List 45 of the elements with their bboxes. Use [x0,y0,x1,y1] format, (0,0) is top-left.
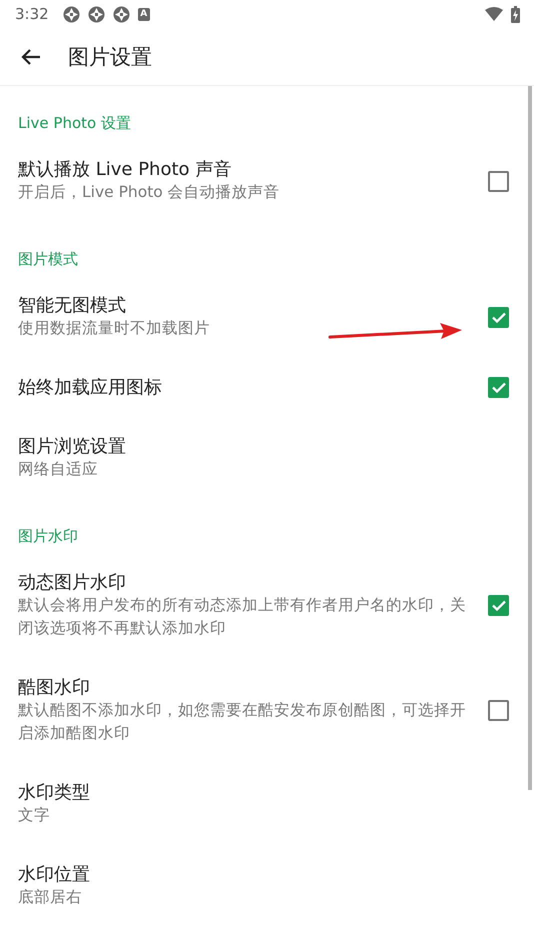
setting-title: 始终加载应用图标 [18,376,162,399]
setting-title: 水印类型 [18,781,90,804]
scrollbar[interactable] [528,86,532,790]
setting-summary: 使用数据流量时不加载图片 [18,318,210,339]
checkmark-icon [492,600,506,611]
settings-row[interactable]: 动态图片水印 默认会将用户发布的所有动态添加上带有作者用户名的水印，关闭该选项将不再默认添加水印 [0,553,534,658]
checkmark-icon [492,312,506,322]
setting-summary: 开启后，Live Photo 会自动播放声音 [18,182,280,203]
settings-row[interactable]: 水印类型 文字 [0,763,534,845]
setting-summary: 文字 [18,805,50,826]
back-button[interactable] [20,48,42,66]
setting-title: 默认播放 Live Photo 声音 [18,158,232,181]
settings-row[interactable]: 默认播放 Live Photo 声音 开启后，Live Photo 会自动播放声音 [0,140,534,222]
setting-summary: 默认会将用户发布的所有动态添加上带有作者用户名的水印，关闭该选项将不再默认添加水印 [18,595,467,639]
section-header: 图片水印 [18,527,78,545]
checkmark-icon [492,382,506,393]
settings-row[interactable]: 水印位置 底部居右 [0,845,534,927]
checkbox[interactable] [488,170,509,192]
wifi-icon [485,7,503,21]
section-header: Live Photo 设置 [18,114,131,132]
page-title: 图片设置 [68,44,152,70]
setting-title: 图片浏览设置 [18,435,126,458]
settings-row[interactable]: 智能无图模式 使用数据流量时不加载图片 [0,276,534,358]
section-header: 图片模式 [18,250,78,268]
settings-row[interactable]: 始终加载应用图标 [0,358,534,417]
checkbox[interactable] [488,595,509,616]
setting-summary: 底部居右 [18,887,82,908]
setting-title: 动态图片水印 [18,571,126,594]
checkbox[interactable] [488,306,509,328]
back-arrow-icon [20,48,42,66]
settings-row[interactable]: 酷图水印 默认酷图不添加水印，如您需要在酷安发布原创酷图，可选择开启添加酷图水印 [0,658,534,763]
status-time: 3:32 [15,5,49,23]
setting-title: 水印位置 [18,863,90,886]
aperture-icon [62,6,80,22]
notification-badge: A [138,8,150,20]
checkbox[interactable] [488,700,509,721]
setting-summary: 默认酷图不添加水印，如您需要在酷安发布原创酷图，可选择开启添加酷图水印 [18,700,467,744]
setting-title: 智能无图模式 [18,294,126,317]
aperture-icon [88,6,105,22]
settings-row[interactable]: 图片浏览设置 网络自适应 [0,417,534,499]
setting-title: 酷图水印 [18,676,90,699]
setting-summary: 网络自适应 [18,459,98,480]
checkbox[interactable] [488,377,509,398]
aperture-icon [112,6,130,22]
battery-icon [511,6,520,22]
